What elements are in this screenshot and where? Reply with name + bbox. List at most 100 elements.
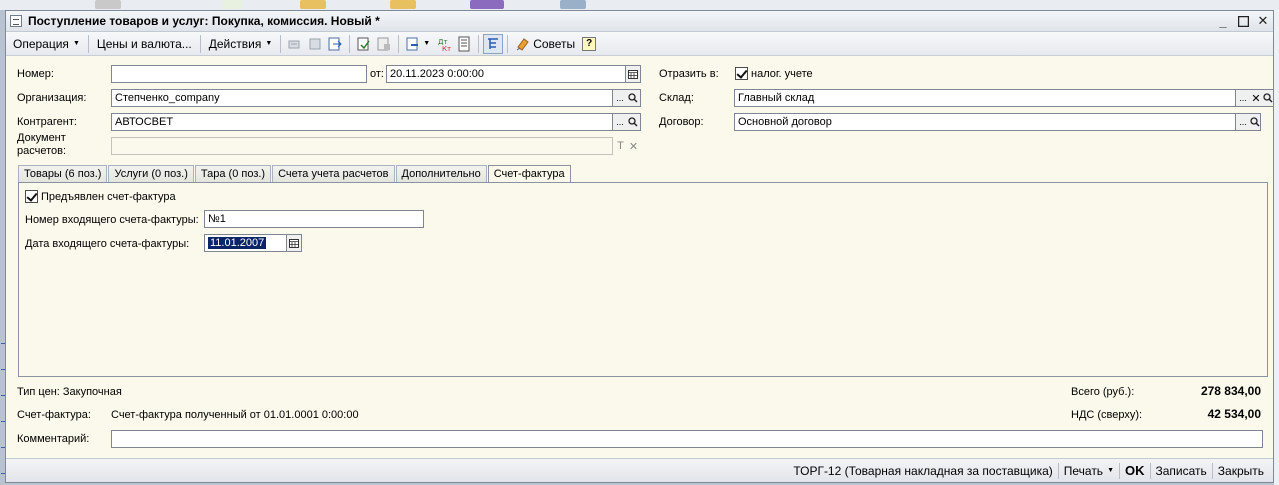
desktop-icon <box>300 0 326 9</box>
maximize-icon[interactable] <box>1233 12 1253 30</box>
toolbar: Операция ▼ Цены и валюта... Действия ▼ ▼ Д… <box>6 32 1273 56</box>
actions-menu[interactable]: Действия ▼ <box>205 34 277 54</box>
search-icon[interactable] <box>626 89 641 107</box>
invoice-link[interactable]: Счет-фактура полученный от 01.01.0001 0:… <box>111 409 359 421</box>
settlement-doc-label-2: расчетов: <box>17 145 67 157</box>
total-value: 278 834,00 <box>1200 384 1261 398</box>
tips-button[interactable]: Советы <box>512 34 579 54</box>
tab-services[interactable]: Услуги (0 поз.) <box>108 165 194 183</box>
window-title: Поступление товаров и услуг: Покупка, ко… <box>28 14 380 28</box>
document-icon <box>10 15 22 27</box>
reflect-label: Отразить в: <box>659 68 719 80</box>
search-icon[interactable] <box>1262 89 1274 107</box>
background-edge <box>1274 10 1279 485</box>
chevron-down-icon: ▼ <box>1107 467 1114 474</box>
desktop-icon <box>470 0 504 9</box>
toolbar-separator <box>280 34 282 53</box>
calendar-icon[interactable] <box>626 65 641 83</box>
operation-menu[interactable]: Операция ▼ <box>9 34 84 54</box>
warehouse-input[interactable]: Главный склад <box>734 89 1236 107</box>
post-document-icon[interactable] <box>354 34 374 54</box>
invoice-presented-label: Предъявлен счет-фактура <box>41 191 176 203</box>
contract-input[interactable]: Основной договор <box>734 113 1236 131</box>
settlement-doc-input[interactable] <box>111 137 613 155</box>
incoming-date-input[interactable]: 11.01.2007 <box>204 234 287 252</box>
add-row-icon[interactable] <box>285 34 305 54</box>
desktop-icon <box>390 0 416 9</box>
toolbar-separator <box>507 34 509 53</box>
tab-containers[interactable]: Тара (0 поз.) <box>194 165 272 183</box>
calendar-icon[interactable] <box>287 234 302 252</box>
toolbar-separator <box>349 34 351 53</box>
tab-goods[interactable]: Товары (6 поз.) <box>18 165 108 183</box>
comment-input[interactable] <box>111 430 1263 448</box>
incoming-number-input[interactable]: №1 <box>204 210 424 228</box>
clear-icon[interactable]: ✕ <box>626 137 641 155</box>
unpost-document-icon[interactable] <box>374 34 394 54</box>
incoming-number-label: Номер входящего счета-фактуры: <box>25 214 199 226</box>
settlement-doc-label: Документ <box>17 132 66 144</box>
ok-button[interactable]: OK <box>1120 463 1150 478</box>
debit-credit-icon[interactable]: Дт Кт <box>434 34 454 54</box>
desktop-strip <box>0 0 1279 10</box>
total-label: Всего (руб.): <box>1071 386 1135 398</box>
invoice-label: Счет-фактура: <box>17 409 91 421</box>
tips-icon <box>516 37 529 51</box>
comment-label: Комментарий: <box>17 433 90 445</box>
title-bar[interactable]: Поступление товаров и услуг: Покупка, ко… <box>6 11 1273 32</box>
chevron-down-icon: ▼ <box>72 40 80 47</box>
document-window: Поступление товаров и услуг: Покупка, ко… <box>5 10 1274 483</box>
tab-additional[interactable]: Дополнительно <box>395 165 487 183</box>
tax-accounting-label: налог. учете <box>751 68 813 80</box>
toolbar-separator <box>87 34 89 53</box>
vat-value: 42 534,00 <box>1207 407 1261 421</box>
minimize-icon[interactable]: _ <box>1213 12 1233 30</box>
tips-label: Советы <box>533 36 576 51</box>
tab-strip: Товары (6 поз.) Услуги (0 поз.) Тара (0 … <box>18 165 572 184</box>
number-label: Номер: <box>17 68 54 80</box>
print-label: Печать <box>1063 463 1104 478</box>
warehouse-label: Склад: <box>659 92 694 104</box>
save-button[interactable]: Записать <box>1151 464 1212 478</box>
tab-settlement-accounts[interactable]: Счета учета расчетов <box>272 165 395 183</box>
search-icon[interactable] <box>1249 113 1261 131</box>
invoice-tab-panel: Предъявлен счет-фактура Номер входящего … <box>18 182 1268 377</box>
date-input[interactable]: 20.11.2023 0:00:00 <box>386 65 626 83</box>
contract-label: Договор: <box>659 116 704 128</box>
hierarchy-icon[interactable] <box>483 33 504 54</box>
actions-label: Действия <box>208 36 262 51</box>
toolbar-separator <box>398 34 400 53</box>
operation-label: Операция <box>13 36 69 51</box>
incoming-date-value: 11.01.2007 <box>208 237 267 249</box>
help-label: ? <box>582 36 597 51</box>
tax-accounting-checkbox[interactable] <box>735 67 748 80</box>
search-icon[interactable] <box>626 113 641 131</box>
desktop-icon <box>95 0 121 9</box>
chevron-down-icon[interactable]: ▼ <box>423 40 430 47</box>
close-icon[interactable]: ✕ <box>1253 12 1273 30</box>
incoming-date-label: Дата входящего счета-фактуры: <box>25 238 190 250</box>
contractor-input[interactable]: АВТОСВЕТ <box>111 113 613 131</box>
toolbar-separator <box>199 34 201 53</box>
date-from-label: от: <box>370 68 384 80</box>
refresh-icon[interactable] <box>325 34 345 54</box>
vat-label: НДС (сверху): <box>1071 409 1143 421</box>
torg12-print-button[interactable]: ТОРГ-12 (Товарная накладная за поставщик… <box>788 464 1057 478</box>
svg-text:Кт: Кт <box>442 45 451 52</box>
invoice-presented-checkbox[interactable] <box>25 190 38 203</box>
command-bar: ТОРГ-12 (Товарная накладная за поставщик… <box>6 458 1273 482</box>
structure-icon[interactable] <box>454 34 474 54</box>
copy-row-icon[interactable] <box>305 34 325 54</box>
organization-label: Организация: <box>17 92 87 104</box>
desktop-icon <box>222 0 242 9</box>
based-on-icon[interactable] <box>403 34 423 54</box>
number-input[interactable] <box>111 65 367 83</box>
desktop-icon <box>560 0 586 9</box>
help-icon[interactable]: ? <box>579 34 599 54</box>
organization-input[interactable]: Степченко_company <box>111 89 613 107</box>
price-type-label[interactable]: Тип цен: Закупочная <box>17 386 122 398</box>
prices-currency-button[interactable]: Цены и валюта... <box>93 34 196 54</box>
close-button[interactable]: Закрыть <box>1213 464 1269 478</box>
chevron-down-icon: ▼ <box>265 40 273 47</box>
print-menu[interactable]: Печать ▼ <box>1059 464 1119 478</box>
